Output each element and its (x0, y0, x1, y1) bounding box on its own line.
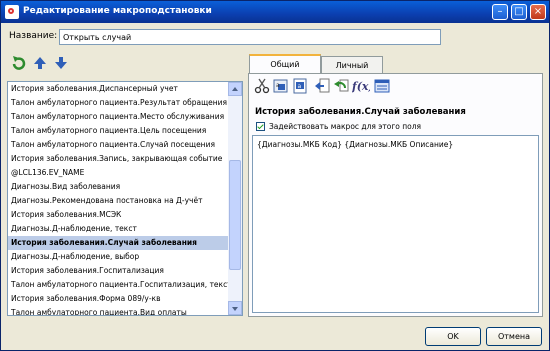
list-item[interactable]: Диагнозы.Д-наблюдение, текст (8, 222, 230, 236)
maximize-button[interactable]: □ (511, 4, 527, 20)
field-title: История заболевания.Случай заболевания (255, 107, 466, 117)
svg-text:f(x): f(x) (352, 80, 370, 93)
list-item[interactable]: Талон амбулаторного пациента.Цель посеще… (8, 124, 230, 138)
list-item[interactable]: История заболевания.Диспансерный учет (8, 82, 230, 96)
list-item[interactable]: Талон амбулаторного пациента.Госпитализа… (8, 278, 230, 292)
close-button[interactable]: × (530, 4, 546, 20)
arrow-down-icon[interactable] (53, 55, 69, 71)
form-icon[interactable] (374, 78, 390, 94)
tab-strip: Общий Личный (249, 54, 543, 74)
name-input[interactable] (59, 29, 441, 45)
undo-icon[interactable] (333, 78, 349, 94)
enable-macro-checkbox[interactable] (256, 122, 265, 131)
window-title: Редактирование макроподстановки (23, 6, 212, 16)
paste-icon[interactable] (314, 78, 330, 94)
tab-general[interactable]: Общий (249, 54, 321, 73)
minimize-button[interactable]: – (492, 4, 508, 20)
list-item[interactable]: Талон амбулаторного пациента.Результат о… (8, 96, 230, 110)
text-field-icon[interactable]: a (273, 78, 289, 94)
scissors-icon[interactable] (254, 78, 270, 94)
list-item[interactable]: Талон амбулаторного пациента.Случай посе… (8, 138, 230, 152)
svg-text:a: a (298, 83, 302, 90)
dialog-window: Редактирование макроподстановки – □ × На… (0, 0, 550, 351)
list-item[interactable]: Диагнозы.Вид заболевания (8, 180, 230, 194)
list-item[interactable]: Диагнозы.Рекомендована постановка на Д-у… (8, 194, 230, 208)
name-label: Название: (9, 31, 58, 41)
svg-text:a: a (276, 82, 280, 89)
function-icon[interactable]: f(x) (352, 78, 370, 94)
list-item[interactable]: История заболевания.Случай заболевания (8, 236, 230, 250)
scroll-up-button[interactable] (228, 82, 242, 96)
tab-panel-general: a a f(x) (248, 73, 543, 317)
macro-list[interactable]: История заболевания.Диспансерный учет Тал… (7, 81, 243, 316)
tab-personal[interactable]: Личный (321, 56, 383, 73)
list-item[interactable]: История заболевания.Госпитализация (8, 264, 230, 278)
list-item[interactable]: История заболевания.Форма 089/у-кв (8, 292, 230, 306)
title-bar[interactable]: Редактирование макроподстановки – □ × (1, 1, 549, 23)
list-item[interactable]: История заболевания.Запись, закрывающая … (8, 152, 230, 166)
scroll-thumb[interactable] (229, 160, 241, 270)
app-icon (5, 5, 19, 19)
arrow-up-icon[interactable] (32, 55, 48, 71)
list-item[interactable]: Талон амбулаторного пациента.Вид оплаты (8, 306, 230, 315)
list-scrollbar[interactable] (228, 82, 242, 315)
list-item[interactable]: @LCL136.EV_NAME (8, 166, 230, 180)
scroll-down-button[interactable] (228, 301, 242, 315)
list-item[interactable]: Диагнозы.Д-наблюдение, выбор (8, 250, 230, 264)
cancel-button[interactable]: Отмена (486, 327, 542, 346)
enable-macro-label[interactable]: Задействовать макрос для этого поля (269, 122, 421, 131)
macro-text-editor[interactable]: {Диагнозы.МКБ Код} {Диагнозы.МКБ Описани… (252, 135, 539, 313)
macro-list-items: История заболевания.Диспансерный учет Тал… (8, 82, 230, 315)
list-item[interactable]: История заболевания.МСЭК (8, 208, 230, 222)
page-field-icon[interactable]: a (292, 78, 308, 94)
refresh-arrow-icon[interactable] (11, 55, 27, 71)
ok-button[interactable]: OK (425, 327, 481, 346)
list-item[interactable]: Талон амбулаторного пациента.Место обслу… (8, 110, 230, 124)
